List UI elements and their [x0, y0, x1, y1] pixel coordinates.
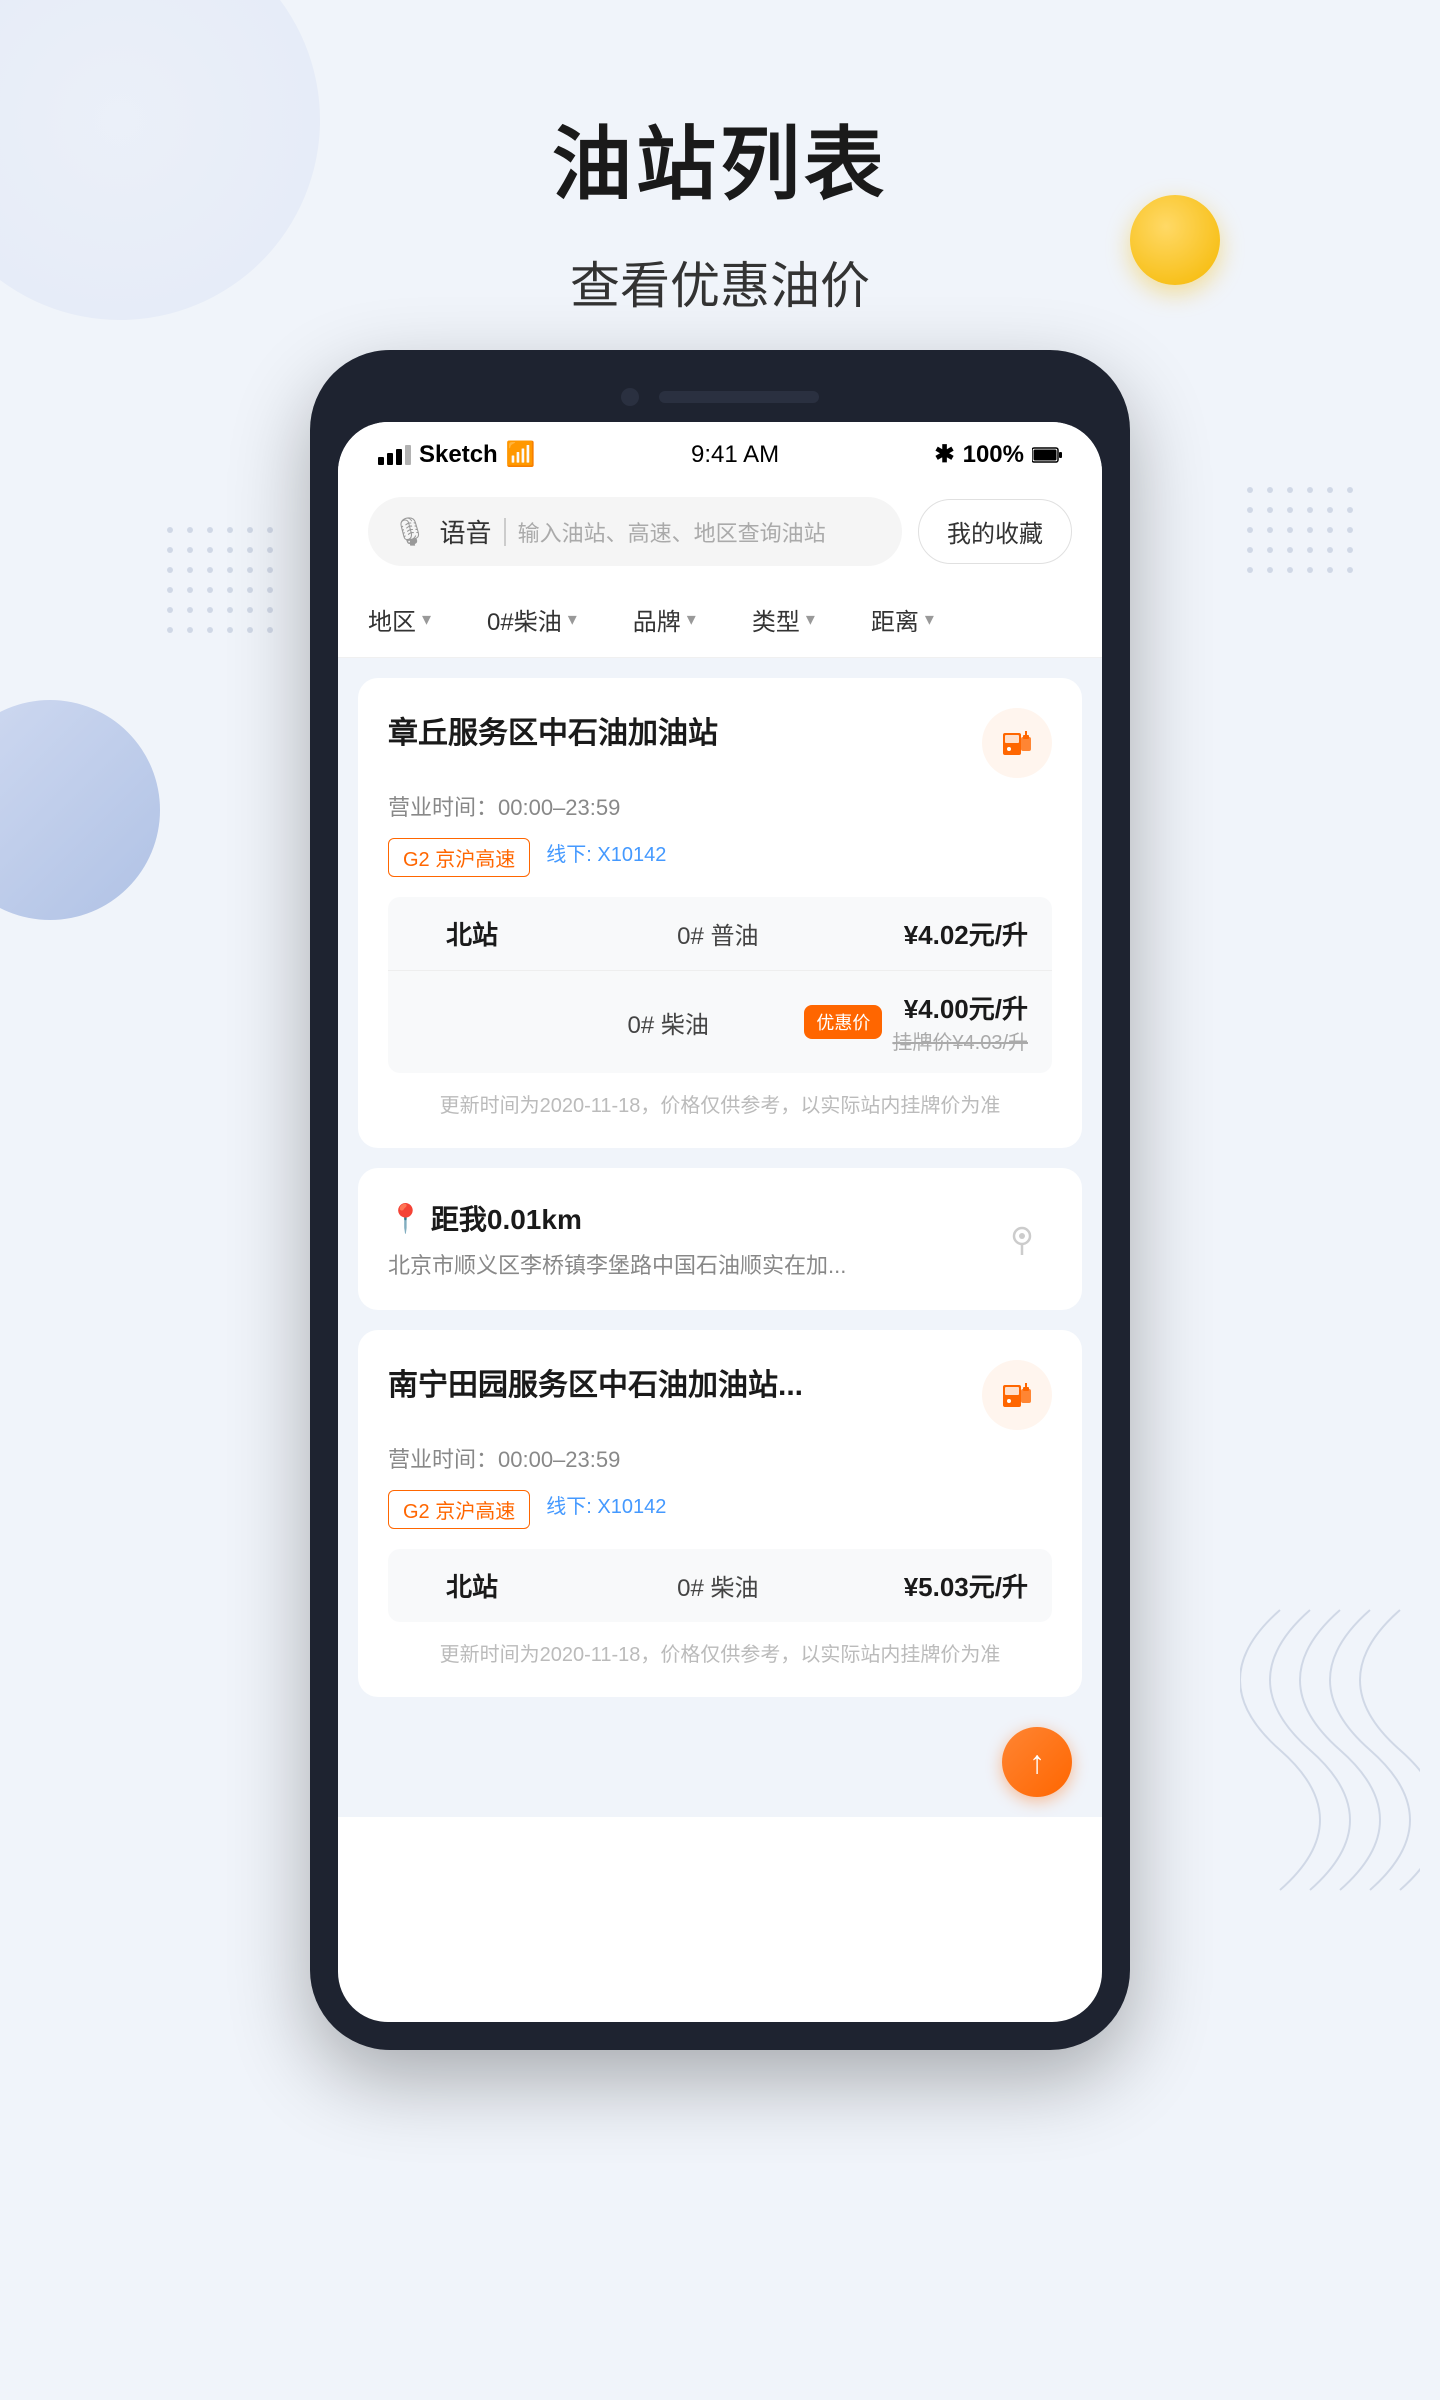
signal-bar-2 [387, 453, 393, 465]
station-hours-1: 营业时间：00:00–23:59 [388, 790, 1052, 822]
filter-fuel-type[interactable]: 0#柴油 ▾ [459, 602, 605, 637]
filter-distance[interactable]: 距离 ▾ [843, 602, 962, 637]
distance-label: 📍 距我0.01km [388, 1198, 972, 1238]
price-row-2-1: 北站 0# 柴油 ¥5.03元/升 [388, 1549, 1052, 1622]
filter-type-label: 类型 [752, 602, 800, 637]
price-value-1-2: ¥4.00元/升 [892, 989, 1028, 1026]
yellow-decoration-circle [1130, 195, 1220, 285]
navigate-button[interactable]: ↑ [1002, 1727, 1072, 1797]
signal-bars [378, 445, 411, 465]
filter-distance-label: 距离 [871, 602, 919, 637]
original-price-1: 挂牌价¥4.03/升 [892, 1026, 1028, 1055]
battery-icon [1032, 447, 1062, 463]
location-info: 📍 距我0.01km 北京市顺义区李桥镇李堡路中国石油顺实在加... [388, 1198, 972, 1280]
station-name-2: 南宁田园服务区中石油加油站... [388, 1360, 982, 1404]
search-input-box[interactable]: 🎙 语音 输入油站、高速、地区查询油站 [368, 497, 902, 566]
phone-outer-frame: Sketch 📶 9:41 AM ✱ 100% 🎙 [310, 350, 1130, 2050]
phone-screen: Sketch 📶 9:41 AM ✱ 100% 🎙 [338, 422, 1102, 2022]
price-badge-container-1: 优惠价 ¥4.00元/升 挂牌价¥4.03/升 [804, 989, 1028, 1055]
phone-camera [621, 388, 639, 406]
bg-decoration-circle-bottom [0, 700, 160, 920]
filter-region[interactable]: 地区 ▾ [368, 602, 459, 637]
chevron-down-icon-distance: ▾ [925, 609, 934, 630]
price-value-2-1: ¥5.03元/升 [904, 1567, 1028, 1604]
station-icon-2 [982, 1360, 1052, 1430]
search-placeholder-text: 输入油站、高速、地区查询油站 [518, 516, 878, 548]
microphone-icon: 🎙 [392, 515, 428, 548]
update-time-1: 更新时间为2020-11-18，价格仅供参考，以实际站内挂牌价为准 [388, 1089, 1052, 1118]
filter-type[interactable]: 类型 ▾ [724, 602, 843, 637]
chevron-down-icon-type: ▾ [806, 609, 815, 630]
chevron-down-icon-region: ▾ [422, 609, 431, 630]
signal-bar-3 [396, 449, 402, 465]
station-icon-1 [982, 708, 1052, 778]
phone-speaker [659, 391, 819, 403]
bg-lines-decoration [1240, 1600, 1420, 1900]
battery-label: 100% [963, 441, 1024, 469]
bg-dots-left [160, 520, 280, 640]
update-time-2: 更新时间为2020-11-18，价格仅供参考，以实际站内挂牌价为准 [388, 1638, 1052, 1667]
price-table-2: 北站 0# 柴油 ¥5.03元/升 [388, 1549, 1052, 1622]
sub-station-name-2: 北站 [412, 1567, 532, 1604]
bg-dots-right [1240, 480, 1360, 600]
filter-fuel-label: 0#柴油 [487, 602, 562, 637]
price-table-1: 北站 0# 普油 ¥4.02元/升 0# 柴油 优惠价 ¥4.00元/升 [388, 897, 1052, 1073]
fuel-type-1-2: 0# 柴油 [532, 1005, 804, 1040]
search-divider [504, 518, 506, 546]
sub-station-name-1: 北站 [412, 915, 532, 952]
station-tags-1: G2 京沪高速 线下: X10142 [388, 838, 1052, 877]
location-pin-icon: 📍 [388, 1202, 423, 1235]
chevron-down-icon-fuel: ▾ [568, 609, 577, 630]
location-address: 北京市顺义区李桥镇李堡路中国石油顺实在加... [388, 1248, 972, 1280]
phone-notch [338, 378, 1102, 422]
station-header-2: 南宁田园服务区中石油加油站... [388, 1360, 1052, 1430]
station-tags-2: G2 京沪高速 线下: X10142 [388, 1490, 1052, 1529]
voice-label: 语音 [440, 513, 492, 550]
fuel-type-1-1: 0# 普油 [532, 916, 904, 951]
carrier-label: Sketch [419, 441, 498, 469]
tag-line-1: 线下: X10142 [546, 838, 666, 877]
filter-region-label: 地区 [368, 602, 416, 637]
distance-text: 距我0.01km [431, 1198, 582, 1238]
search-bar-container: 🎙 语音 输入油站、高速、地区查询油站 我的收藏 [338, 481, 1102, 582]
chevron-down-icon-brand: ▾ [687, 609, 696, 630]
status-left: Sketch 📶 [378, 440, 536, 469]
phone-mockup: Sketch 📶 9:41 AM ✱ 100% 🎙 [310, 350, 1130, 2050]
signal-bar-4 [405, 445, 411, 465]
tag-highway-1: G2 京沪高速 [388, 838, 530, 877]
station-hours-2: 营业时间：00:00–23:59 [388, 1442, 1052, 1474]
price-row-1-2: 0# 柴油 优惠价 ¥4.00元/升 挂牌价¥4.03/升 [388, 971, 1052, 1073]
wifi-icon: 📶 [506, 440, 536, 469]
price-row-1-1: 北站 0# 普油 ¥4.02元/升 [388, 897, 1052, 971]
navigate-arrow-icon: ↑ [1029, 1744, 1045, 1781]
station-list: 章丘服务区中石油加油站 营业时间：00:0 [338, 658, 1102, 1737]
my-collection-button[interactable]: 我的收藏 [918, 499, 1072, 564]
tag-line-2: 线下: X10142 [546, 1490, 666, 1529]
status-time: 9:41 AM [691, 441, 779, 469]
station-card-2[interactable]: 南宁田园服务区中石油加油站... 营业时间 [358, 1330, 1082, 1697]
status-right: ✱ 100% [935, 440, 1063, 469]
station-name-1: 章丘服务区中石油加油站 [388, 708, 982, 752]
tag-highway-2: G2 京沪高速 [388, 1490, 530, 1529]
filter-bar: 地区 ▾ 0#柴油 ▾ 品牌 ▾ 类型 ▾ 距离 ▾ [338, 582, 1102, 658]
discount-badge-1: 优惠价 [804, 1005, 882, 1039]
signal-bar-1 [378, 457, 384, 465]
station-card-1[interactable]: 章丘服务区中石油加油站 营业时间：00:0 [358, 678, 1082, 1148]
status-bar: Sketch 📶 9:41 AM ✱ 100% [338, 422, 1102, 481]
filter-brand[interactable]: 品牌 ▾ [605, 602, 724, 637]
filter-brand-label: 品牌 [633, 602, 681, 637]
price-value-1-1: ¥4.02元/升 [904, 915, 1028, 952]
map-icon [992, 1209, 1052, 1269]
location-card[interactable]: 📍 距我0.01km 北京市顺义区李桥镇李堡路中国石油顺实在加... [358, 1168, 1082, 1310]
fuel-type-2-1: 0# 柴油 [532, 1568, 904, 1603]
station-header-1: 章丘服务区中石油加油站 [388, 708, 1052, 778]
bluetooth-icon: ✱ [935, 440, 955, 469]
